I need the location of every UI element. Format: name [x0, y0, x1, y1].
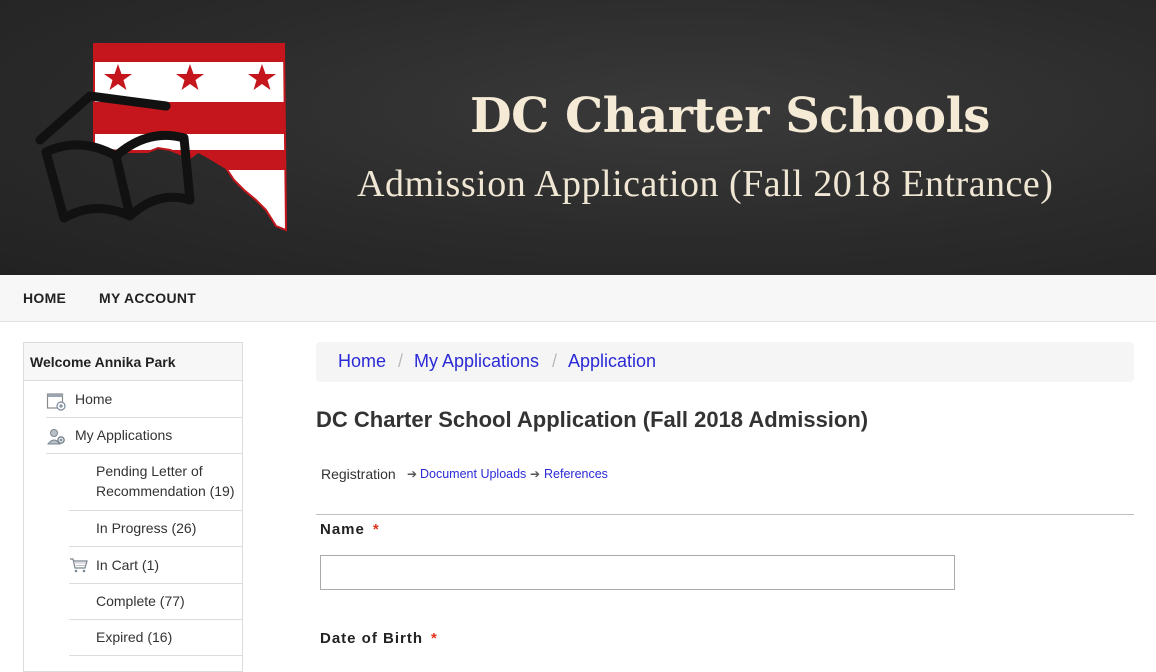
- name-label: Name *: [320, 521, 380, 538]
- dc-flag-book-logo-icon: [35, 43, 288, 232]
- sidebar: Welcome Annika Park Home My Applications…: [23, 342, 243, 672]
- user-gear-icon: [46, 429, 65, 445]
- breadcrumb-separator: /: [552, 351, 558, 371]
- name-input[interactable]: [320, 555, 955, 590]
- cart-icon: [70, 558, 88, 573]
- sidebar-subitem-in-progress[interactable]: In Progress (26): [69, 511, 243, 547]
- sidebar-item-home[interactable]: Home: [46, 382, 243, 418]
- step-arrow-icon: ➔: [407, 467, 418, 481]
- sidebar-subitem-pending-recommendation[interactable]: Pending Letter of Recommendation (19): [69, 454, 243, 511]
- nav-home-link[interactable]: HOME: [23, 290, 66, 306]
- sidebar-subitem-expired[interactable]: Expired (16): [69, 620, 243, 656]
- dob-label-text: Date of Birth: [320, 630, 423, 647]
- sidebar-subitem-label: In Cart (1): [96, 557, 160, 573]
- form-divider: [316, 514, 1134, 515]
- sidebar-welcome: Welcome Annika Park: [24, 343, 242, 381]
- breadcrumb-home-link[interactable]: Home: [338, 351, 386, 372]
- step-references-link[interactable]: References: [544, 467, 608, 481]
- sidebar-subitem-complete[interactable]: Complete (77): [69, 584, 243, 620]
- sidebar-item-label: My Applications: [75, 427, 173, 443]
- required-asterisk: *: [372, 521, 380, 538]
- sidebar-subitem-in-cart[interactable]: In Cart (1): [69, 547, 243, 584]
- step-registration-current: Registration: [321, 466, 396, 482]
- sidebar-subitem-label: Expired (16): [96, 629, 173, 645]
- sidebar-item-label: Home: [75, 391, 113, 407]
- sidebar-subitem-label-line1: Pending Letter of: [96, 463, 203, 479]
- banner-subtitle: Admission Application (Fall 2018 Entranc…: [357, 163, 1054, 205]
- sidebar-subitem-label: Complete (77): [96, 593, 185, 609]
- page-title: DC Charter School Application (Fall 2018…: [316, 407, 869, 432]
- breadcrumb: Home / My Applications / Application: [316, 342, 1134, 382]
- required-asterisk: *: [431, 630, 438, 647]
- banner-title: DC Charter Schools: [470, 88, 990, 144]
- breadcrumb-application-link[interactable]: Application: [568, 351, 656, 372]
- sidebar-item-my-applications[interactable]: My Applications: [46, 418, 243, 454]
- step-arrow-icon: ➔: [530, 467, 541, 481]
- sidebar-subitem-label-line2: Recommendation (19): [96, 483, 235, 499]
- name-label-text: Name: [320, 521, 365, 538]
- dob-label: Date of Birth *: [320, 630, 438, 647]
- nav-my-account-link[interactable]: MY ACCOUNT: [99, 290, 196, 306]
- step-document-uploads-link[interactable]: Document Uploads: [420, 467, 526, 481]
- top-navigation: HOME MY ACCOUNT: [0, 275, 1156, 322]
- calendar-add-icon: [46, 393, 66, 411]
- header-banner: DC Charter Schools Admission Application…: [0, 0, 1156, 275]
- breadcrumb-separator: /: [398, 351, 404, 371]
- breadcrumb-my-applications-link[interactable]: My Applications: [414, 351, 539, 372]
- sidebar-subitem-label: In Progress (26): [96, 520, 197, 536]
